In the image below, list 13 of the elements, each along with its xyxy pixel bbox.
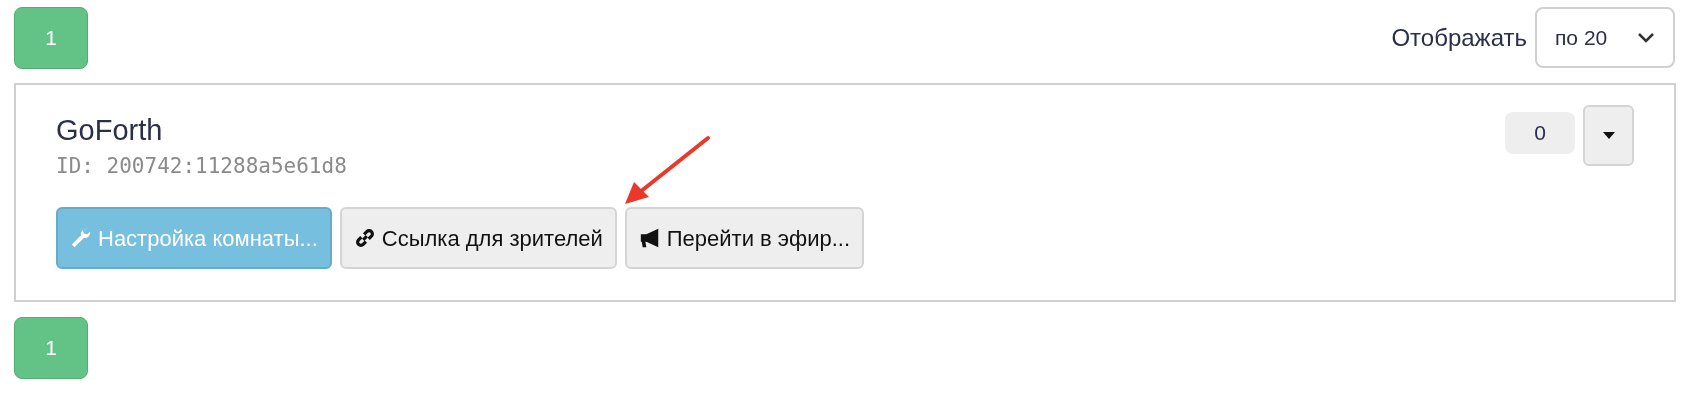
caret-icon [1602,132,1615,139]
action-button[interactable]: Ссылка для зрителей [339,207,617,269]
link-icon [353,227,376,249]
count-badge: 0 [1505,112,1575,154]
dropdown-button[interactable] [1583,105,1634,166]
chevron-down-icon [1637,31,1655,44]
wrench-icon [70,227,92,249]
megaphone-icon [638,227,661,249]
display-label: Отображать [1391,22,1527,53]
room-id: ID: 200742:11288a5e61d8 [56,153,348,180]
room-name: GoForth [56,113,164,148]
action-button[interactable]: Перейти в эфир... [624,207,865,269]
page-size-select[interactable]: по 20 [1535,7,1675,68]
